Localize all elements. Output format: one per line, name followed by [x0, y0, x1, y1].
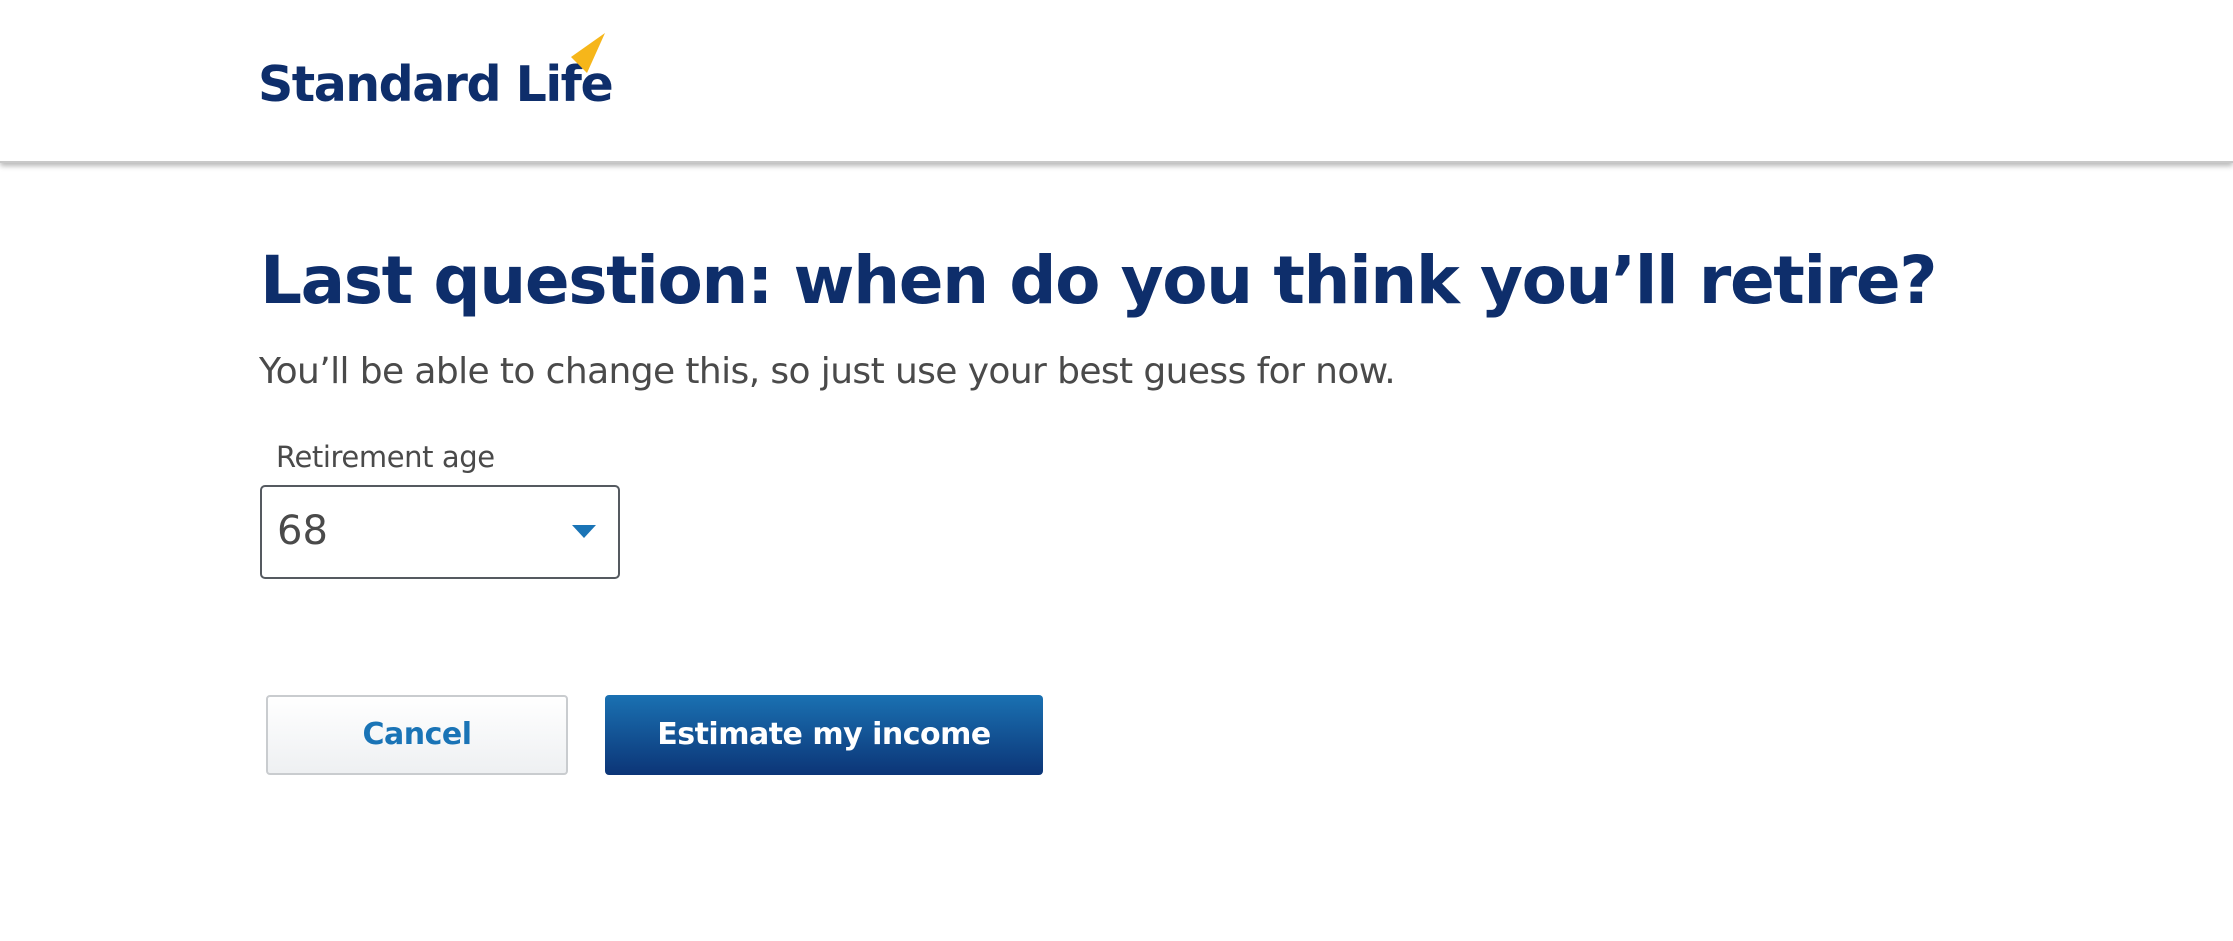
estimate-income-button[interactable]: Estimate my income	[605, 695, 1043, 775]
page-title: Last question: when do you think you’ll …	[260, 242, 1937, 319]
brand-name: Standard Life	[258, 56, 614, 113]
retirement-age-select[interactable]: 68	[260, 485, 620, 579]
cancel-button[interactable]: Cancel	[266, 695, 568, 775]
brand-flag-icon	[571, 33, 605, 73]
page-subtitle: You’ll be able to change this, so just u…	[259, 351, 1396, 392]
chevron-down-icon	[572, 525, 596, 538]
site-header: Standard Life	[0, 0, 2233, 163]
retirement-age-value: 68	[277, 508, 328, 554]
retirement-age-label: Retirement age	[276, 440, 495, 474]
